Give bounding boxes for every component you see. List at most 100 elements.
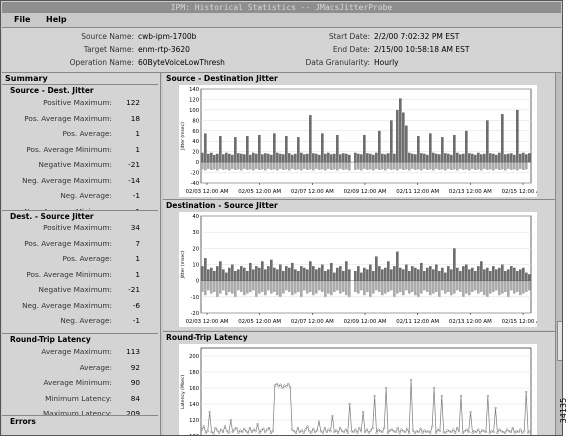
latency-point: [340, 430, 344, 433]
y-tick-label: -10: [191, 295, 199, 301]
stat-row: Pos. Average: 1: [2, 254, 152, 266]
stat-label: Positive Maximum:: [43, 223, 112, 232]
negative-bar: [366, 280, 369, 292]
negative-bar: [504, 280, 507, 292]
positive-bar: [321, 264, 324, 281]
positive-bar: [252, 152, 255, 163]
negative-bar: [447, 280, 450, 292]
x-tick-label: 02/05 12:00 AM: [238, 189, 281, 195]
latency-point: [369, 429, 372, 432]
positive-bar: [384, 154, 387, 163]
negative-bar: [297, 280, 300, 292]
negative-bar: [213, 162, 216, 170]
negative-bar: [438, 280, 441, 297]
stat-label: Pos. Average Maximum:: [24, 238, 112, 248]
latency-point: [496, 431, 499, 434]
y-tick-label: 40: [192, 214, 199, 220]
latency-point: [511, 426, 514, 430]
stat-value: 1: [135, 129, 140, 138]
source-name-value: cwb-ipm-1700b: [138, 32, 197, 41]
stat-value: 1: [135, 144, 140, 154]
positive-bar: [393, 266, 396, 281]
latency-point: [450, 430, 453, 434]
latency-point: [338, 426, 342, 430]
latency-point: [442, 430, 445, 434]
latency-point: [433, 386, 436, 390]
scrollbar-thumb[interactable]: [557, 321, 562, 361]
latency-point: [419, 427, 422, 430]
negative-bar: [483, 162, 486, 169]
positive-bar: [201, 152, 204, 163]
positive-bar: [285, 136, 288, 163]
positive-bar: [318, 267, 321, 281]
positive-bar: [270, 154, 273, 163]
positive-bar: [525, 154, 528, 163]
stat-row: Average: 92: [2, 363, 152, 375]
negative-bar: [309, 162, 312, 170]
latency-point: [221, 430, 225, 434]
positive-bar: [306, 153, 309, 163]
stat-label: Negative Maximum:: [38, 285, 112, 294]
positive-bar: [237, 269, 240, 281]
positive-bar: [426, 154, 429, 163]
latency-point: [281, 386, 284, 390]
negative-bar: [411, 280, 414, 292]
y-tick-label: -40: [191, 181, 199, 187]
positive-bar: [375, 256, 378, 281]
y-tick-label: 140: [189, 87, 199, 93]
positive-bar: [426, 267, 429, 281]
negative-bar: [360, 280, 363, 291]
negative-bar: [246, 162, 249, 170]
positive-bar: [477, 152, 480, 163]
negative-bar: [444, 162, 447, 171]
negative-bar: [486, 162, 489, 170]
positive-bar: [411, 266, 414, 281]
negative-bar: [345, 162, 348, 170]
x-tick-label: 02/03 12:00 AM: [186, 319, 229, 325]
latency-point: [509, 430, 512, 434]
positive-bar: [522, 152, 525, 163]
positive-bar: [402, 269, 405, 281]
positive-bar: [435, 153, 438, 163]
positive-bar: [456, 267, 459, 281]
target-name-value: enm-rtp-3620: [138, 45, 190, 54]
negative-bar: [249, 162, 252, 170]
positive-bar: [264, 269, 267, 281]
positive-bar: [372, 154, 375, 163]
stat-label: Pos. Average Maximum:: [24, 113, 112, 123]
latency-point: [315, 429, 319, 432]
stat-value: 1: [135, 269, 140, 279]
latency-point: [302, 431, 305, 434]
latency-point: [527, 431, 530, 434]
vertical-scrollbar[interactable]: [555, 73, 562, 435]
latency-point: [344, 428, 347, 431]
latency-point: [266, 428, 269, 431]
menu-help[interactable]: Help: [46, 14, 67, 25]
negative-bar: [270, 280, 273, 294]
latency-point: [285, 385, 288, 388]
negative-bar: [489, 280, 492, 294]
positive-bar: [342, 153, 345, 163]
negative-bar: [405, 280, 408, 291]
latency-point: [429, 431, 432, 434]
operation-name-label: Operation Name:: [69, 58, 134, 67]
positive-bar: [279, 264, 282, 281]
y-axis-label: Latency (Msec): [180, 375, 186, 409]
negative-bar: [378, 162, 381, 170]
latency-point: [469, 410, 472, 414]
latency-point: [365, 428, 369, 431]
positive-bar: [375, 152, 378, 163]
stat-label: Neg. Average:: [60, 191, 112, 200]
x-tick-label: 02/07 12:00 AM: [291, 189, 334, 195]
latency-point: [294, 431, 298, 434]
latency-point: [333, 430, 336, 434]
positive-bar: [372, 270, 375, 281]
negative-bar: [471, 162, 474, 169]
latency-point: [456, 426, 459, 430]
menu-file[interactable]: File: [14, 14, 30, 25]
negative-bar: [339, 162, 342, 169]
positive-bar: [333, 272, 336, 281]
stat-row: Pos. Average: 1: [2, 129, 152, 141]
positive-bar: [486, 267, 489, 281]
positive-bar: [387, 153, 390, 163]
